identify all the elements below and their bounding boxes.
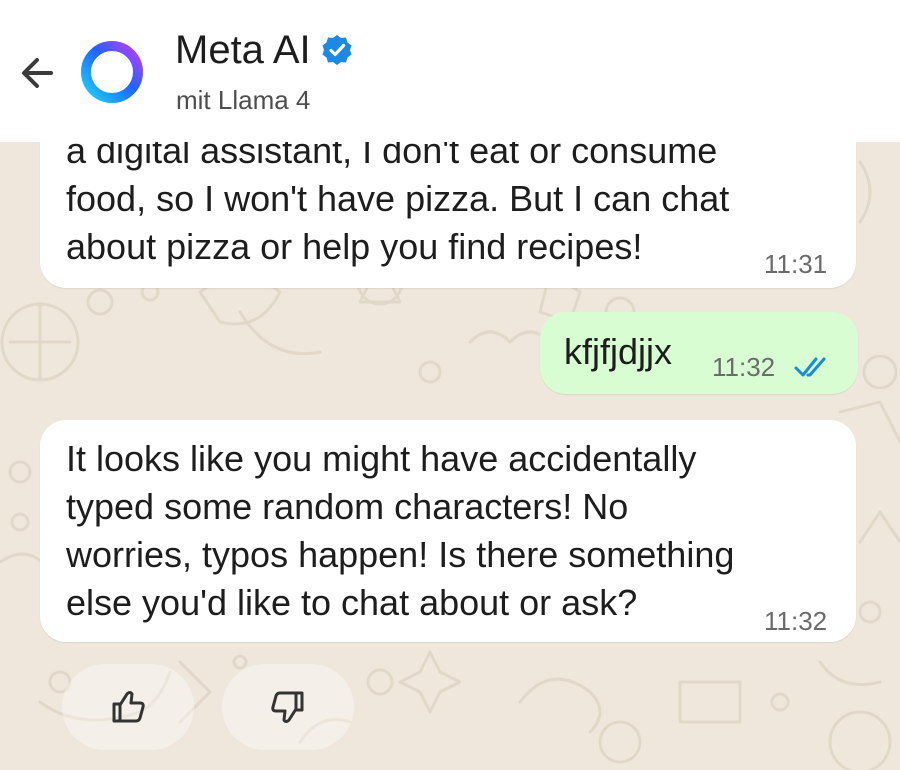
- message-time: 11:31: [764, 249, 828, 279]
- verified-badge-icon: [322, 35, 352, 65]
- thumbs-down-icon: [271, 691, 304, 723]
- message-time: 11:32: [764, 606, 828, 636]
- message-time: 11:32: [712, 352, 776, 382]
- message-text: It looks like you might have accidentall…: [66, 438, 735, 623]
- arrow-left-icon: [22, 58, 53, 88]
- double-check-icon: [794, 357, 826, 377]
- contact-subtitle: mit Llama 4: [176, 85, 311, 115]
- message-bubble-outgoing[interactable]: kfjfjdjjx 11:32: [540, 312, 858, 394]
- dislike-button[interactable]: [222, 664, 354, 750]
- chat-header: Meta AI mit Llama 4: [0, 0, 900, 142]
- like-button[interactable]: [62, 664, 194, 750]
- message-text: kfjfjdjjx: [564, 331, 673, 372]
- message-text: a digital assistant, I don't eat or cons…: [66, 130, 730, 267]
- meta-ai-ring-icon: [81, 41, 143, 103]
- thumbs-up-icon: [112, 691, 145, 723]
- contact-name: Meta AI: [175, 28, 311, 72]
- message-bubble-incoming[interactable]: It looks like you might have accidentall…: [40, 420, 856, 642]
- avatar[interactable]: [78, 38, 146, 106]
- back-button[interactable]: [10, 46, 64, 100]
- contact-title-row[interactable]: Meta AI: [175, 26, 353, 74]
